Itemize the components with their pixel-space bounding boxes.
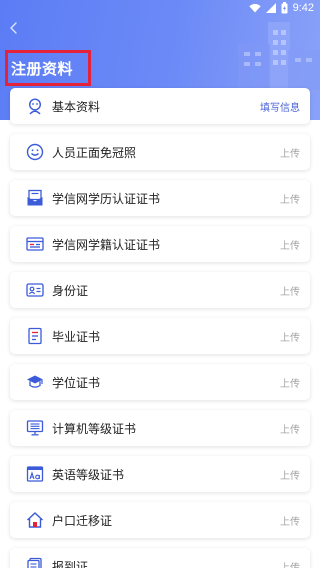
list-item-photo[interactable]: 人员正面免冠照 上传 [10, 134, 310, 170]
list-item-computer-cert[interactable]: 计算机等级证书 上传 [10, 410, 310, 446]
certificate-envelope-icon [27, 189, 43, 206]
avatar-outline-icon [28, 98, 42, 115]
item-label: 人员正面免冠照 [52, 146, 137, 160]
upload-button[interactable]: 上传 [280, 513, 300, 528]
upload-button[interactable]: 上传 [280, 421, 300, 436]
upload-button[interactable]: 上传 [280, 375, 300, 390]
list-item-english-cert[interactable]: 英语等级证书 上传 [10, 456, 310, 492]
graduation-cap-icon [27, 375, 43, 388]
battery-icon [281, 2, 288, 14]
item-label: 英语等级证书 [52, 468, 125, 482]
item-label: 学位证书 [52, 376, 101, 390]
document-icon [28, 327, 42, 345]
list-item-education-cert[interactable]: 学信网学历认证证书 上传 [10, 180, 310, 216]
english-aa-icon [26, 466, 44, 482]
status-time: 9:42 [292, 2, 314, 14]
list-item-diploma[interactable]: 毕业证书 上传 [10, 318, 310, 354]
page-title-highlight: 注册资料 [5, 50, 91, 86]
item-label: 户口迁移证 [52, 514, 113, 528]
back-arrow-icon[interactable] [6, 20, 22, 36]
list-item-degree-cert[interactable]: 学位证书 上传 [10, 364, 310, 400]
smiley-face-icon [26, 143, 44, 161]
report-document-icon [27, 557, 42, 568]
item-label: 报到证 [52, 560, 89, 568]
list-item-report-cert[interactable]: 报到证 上传 [10, 548, 310, 568]
building-illustration [238, 22, 320, 90]
item-label: 身份证 [52, 284, 89, 298]
item-label: 计算机等级证书 [52, 422, 137, 436]
list-item-enrollment-cert[interactable]: 学信网学籍认证证书 上传 [10, 226, 310, 262]
id-card-lines-icon [26, 237, 44, 251]
upload-button[interactable]: 上传 [280, 329, 300, 344]
upload-button[interactable]: 上传 [280, 283, 300, 298]
status-icons: 9:42 [248, 2, 314, 14]
house-icon [26, 512, 44, 528]
list-item-id-card[interactable]: 身份证 上传 [10, 272, 310, 308]
page-title: 注册资料 [11, 59, 74, 78]
upload-button[interactable]: 上传 [280, 237, 300, 252]
upload-button[interactable]: 上传 [280, 191, 300, 206]
list-item-basic-info[interactable]: 基本资料 填写信息 [10, 88, 310, 124]
document-list: 基本资料 填写信息 人员正面免冠照 上传 学信网学历认证证书 上传 学信网学籍认… [0, 88, 320, 568]
signal-icon [265, 3, 276, 13]
computer-monitor-icon [26, 420, 44, 436]
wifi-icon [248, 3, 261, 13]
list-item-household-transfer[interactable]: 户口迁移证 上传 [10, 502, 310, 538]
upload-button[interactable]: 上传 [280, 559, 300, 568]
id-card-icon [26, 283, 44, 297]
upload-button[interactable]: 上传 [280, 467, 300, 482]
fill-info-link[interactable]: 填写信息 [260, 99, 300, 114]
item-label: 毕业证书 [52, 330, 101, 344]
item-label: 学信网学籍认证证书 [52, 238, 161, 252]
item-label: 学信网学历认证证书 [52, 192, 161, 206]
item-label: 基本资料 [52, 100, 101, 114]
status-bar: 9:42 [0, 0, 320, 18]
upload-button[interactable]: 上传 [280, 145, 300, 160]
